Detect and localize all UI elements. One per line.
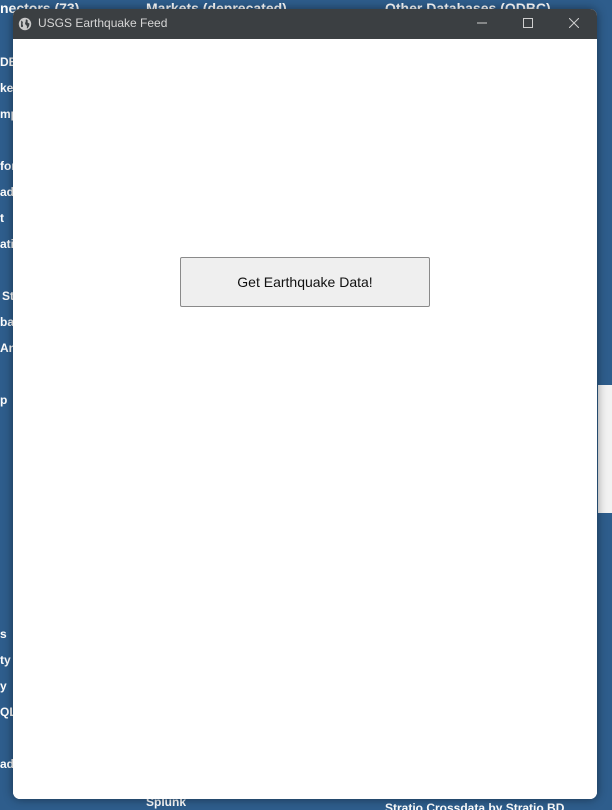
minimize-button[interactable]: [459, 9, 505, 39]
connector-item[interactable]: ati: [0, 237, 14, 251]
globe-icon: [18, 17, 32, 31]
connector-item[interactable]: s: [0, 627, 7, 641]
minimize-icon: [477, 15, 487, 33]
connector-item[interactable]: ke: [0, 81, 13, 95]
background-side-panel: [598, 385, 612, 513]
get-earthquake-data-button[interactable]: Get Earthquake Data!: [180, 257, 430, 307]
close-icon: [568, 15, 580, 33]
title-bar[interactable]: USGS Earthquake Feed: [13, 9, 597, 39]
connector-item[interactable]: y: [0, 679, 7, 693]
connector-item[interactable]: p: [0, 393, 7, 407]
maximize-button[interactable]: [505, 9, 551, 39]
window-title: USGS Earthquake Feed: [38, 16, 168, 30]
window-content: Get Earthquake Data!: [13, 39, 597, 799]
earthquake-feed-window: USGS Earthquake Feed Get Earthquake Data…: [13, 9, 597, 799]
close-button[interactable]: [551, 9, 597, 39]
connector-item[interactable]: t: [0, 211, 4, 225]
connector-item-stratio[interactable]: Stratio Crossdata by Stratio BD: [385, 801, 564, 810]
maximize-icon: [523, 15, 533, 33]
